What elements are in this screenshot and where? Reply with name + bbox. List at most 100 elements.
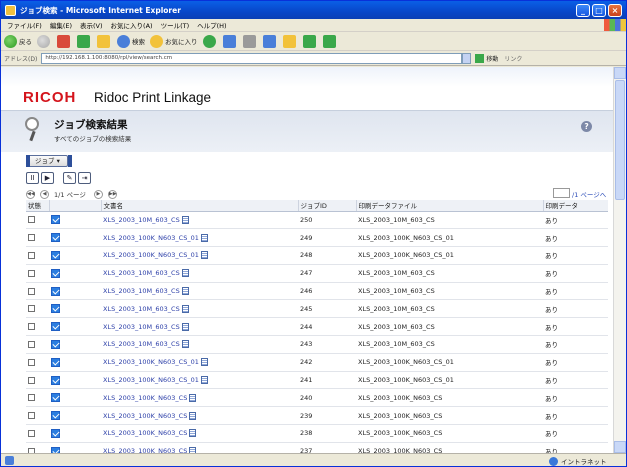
- col-print-data[interactable]: 印刷データ: [542, 200, 608, 212]
- col-status[interactable]: 状態: [26, 200, 49, 212]
- document-icon[interactable]: [189, 393, 197, 402]
- row-select-checkbox[interactable]: [51, 375, 60, 385]
- address-input[interactable]: http://192.168.1.100:8080/rpl/view/searc…: [41, 52, 463, 64]
- messenger-button[interactable]: [302, 34, 318, 48]
- scroll-up-button[interactable]: [614, 67, 626, 79]
- job-menu-button[interactable]: ジョブ ▾: [26, 155, 72, 167]
- vertical-scrollbar[interactable]: [613, 67, 626, 453]
- table-row[interactable]: XLS_2003_100K_N603_CS 240 XLS_2003_100K_N6…: [26, 388, 608, 408]
- row-select-checkbox[interactable]: [51, 357, 60, 367]
- doc-name-cell[interactable]: XLS_2003_10M_603_CS: [101, 335, 298, 354]
- row-select-checkbox[interactable]: [51, 233, 60, 243]
- doc-name[interactable]: XLS_2003_100K_N603_CS: [103, 394, 187, 402]
- doc-name[interactable]: XLS_2003_10M_603_CS: [103, 340, 180, 348]
- pause-button[interactable]: II: [26, 172, 39, 184]
- table-row[interactable]: XLS_2003_100K_N603_CS 237 XLS_2003_100K_N6…: [26, 442, 608, 453]
- page-jump-link[interactable]: /1 ページへ: [572, 189, 606, 199]
- doc-name-cell[interactable]: XLS_2003_100K_N603_CS_01: [101, 246, 298, 265]
- refresh-button[interactable]: [77, 34, 92, 48]
- next-page-button[interactable]: ▶: [93, 189, 103, 199]
- mail-button[interactable]: [222, 34, 238, 48]
- row-select-checkbox[interactable]: [51, 215, 60, 225]
- edit-button[interactable]: ✎: [63, 172, 76, 184]
- doc-name-cell[interactable]: XLS_2003_10M_603_CS: [101, 211, 298, 230]
- doc-name[interactable]: XLS_2003_100K_N603_CS: [103, 429, 187, 437]
- row-status-checkbox[interactable]: [28, 216, 35, 224]
- table-row[interactable]: XLS_2003_100K_N603_CS_01 249 XLS_2003_100K…: [26, 228, 608, 248]
- home-button[interactable]: [97, 34, 112, 48]
- doc-name[interactable]: XLS_2003_10M_603_CS: [103, 323, 180, 331]
- menu-edit[interactable]: 編集(E): [46, 20, 76, 30]
- doc-name-cell[interactable]: XLS_2003_10M_603_CS: [101, 317, 298, 337]
- doc-name-cell[interactable]: XLS_2003_10M_603_CS: [101, 299, 298, 319]
- row-select-checkbox[interactable]: [51, 393, 60, 403]
- minimize-button[interactable]: _: [576, 3, 590, 17]
- doc-name-cell[interactable]: XLS_2003_100K_N603_CS: [101, 424, 298, 443]
- col-doc-name[interactable]: 文書名: [100, 200, 298, 212]
- menu-tools[interactable]: ツール(T): [157, 20, 194, 30]
- favorites-button[interactable]: お気に入り: [150, 34, 198, 48]
- forward-button[interactable]: [37, 34, 52, 48]
- document-icon[interactable]: [181, 269, 189, 278]
- row-select-checkbox[interactable]: [51, 322, 60, 332]
- edit-page-button[interactable]: [262, 34, 278, 48]
- address-dropdown-button[interactable]: [462, 52, 472, 64]
- scroll-down-button[interactable]: [614, 441, 626, 453]
- links-label[interactable]: リンク: [504, 54, 522, 63]
- menu-favorites[interactable]: お気に入り(A): [107, 20, 157, 30]
- document-icon[interactable]: [200, 358, 208, 367]
- row-status-checkbox[interactable]: [28, 376, 35, 384]
- doc-name[interactable]: XLS_2003_10M_603_CS: [103, 287, 180, 295]
- document-icon[interactable]: [181, 287, 189, 296]
- row-status-checkbox[interactable]: [28, 269, 35, 277]
- back-button[interactable]: 戻る: [4, 34, 32, 48]
- table-row[interactable]: XLS_2003_100K_N603_CS_01 241 XLS_2003_100K…: [26, 371, 608, 390]
- menu-file[interactable]: ファイル(F): [3, 20, 46, 30]
- row-status-checkbox[interactable]: [28, 412, 35, 420]
- search-button[interactable]: 検索: [117, 34, 145, 48]
- history-button[interactable]: [202, 34, 218, 48]
- scroll-thumb[interactable]: [615, 80, 625, 200]
- doc-name-cell[interactable]: XLS_2003_100K_N603_CS_01: [101, 228, 298, 248]
- table-row[interactable]: XLS_2003_10M_603_CS 247 XLS_2003_10M_603_C…: [26, 264, 608, 283]
- doc-name[interactable]: XLS_2003_100K_N603_CS_01: [103, 376, 199, 384]
- document-icon[interactable]: [189, 429, 197, 438]
- doc-name-cell[interactable]: XLS_2003_10M_603_CS: [101, 282, 298, 301]
- row-select-checkbox[interactable]: [51, 304, 60, 314]
- table-row[interactable]: XLS_2003_10M_603_CS 250 XLS_2003_10M_603_C…: [26, 211, 608, 230]
- doc-name-cell[interactable]: XLS_2003_100K_N603_CS_01: [101, 353, 298, 372]
- row-select-checkbox[interactable]: [51, 428, 60, 438]
- row-status-checkbox[interactable]: [28, 323, 35, 331]
- help-icon[interactable]: ?: [581, 121, 592, 132]
- doc-name-cell[interactable]: XLS_2003_100K_N603_CS_01: [101, 371, 298, 390]
- folder-button[interactable]: [282, 34, 298, 48]
- prev-page-button[interactable]: ◀: [40, 189, 49, 199]
- doc-name[interactable]: XLS_2003_10M_603_CS: [103, 216, 180, 224]
- doc-name-cell[interactable]: XLS_2003_100K_N603_CS: [101, 388, 298, 408]
- document-icon[interactable]: [181, 340, 189, 349]
- row-status-checkbox[interactable]: [28, 429, 35, 437]
- col-print-file[interactable]: 印刷データファイル: [355, 200, 543, 212]
- menu-view[interactable]: 表示(V): [76, 20, 107, 30]
- doc-name[interactable]: XLS_2003_100K_N603_CS_01: [103, 358, 199, 366]
- doc-name[interactable]: XLS_2003_10M_603_CS: [103, 305, 180, 313]
- row-status-checkbox[interactable]: [28, 305, 35, 313]
- doc-name[interactable]: XLS_2003_100K_N603_CS_01: [103, 251, 199, 259]
- row-status-checkbox[interactable]: [28, 251, 35, 259]
- last-page-button[interactable]: ▶▶: [107, 189, 117, 199]
- table-row[interactable]: XLS_2003_100K_N603_CS_01 242 XLS_2003_100K…: [26, 353, 608, 372]
- first-page-button[interactable]: ◀◀: [26, 189, 35, 199]
- row-status-checkbox[interactable]: [28, 394, 35, 402]
- document-icon[interactable]: [200, 251, 208, 260]
- row-select-checkbox[interactable]: [51, 411, 60, 421]
- page-number-input[interactable]: [553, 188, 570, 198]
- table-row[interactable]: XLS_2003_10M_603_CS 245 XLS_2003_10M_603_C…: [26, 299, 608, 319]
- document-icon[interactable]: [181, 322, 189, 331]
- document-icon[interactable]: [181, 215, 189, 224]
- maximize-button[interactable]: □: [592, 3, 606, 17]
- table-row[interactable]: XLS_2003_100K_N603_CS_01 248 XLS_2003_100K…: [26, 246, 608, 265]
- doc-name[interactable]: XLS_2003_10M_603_CS: [103, 269, 180, 277]
- doc-name-cell[interactable]: XLS_2003_100K_N603_CS: [101, 442, 298, 453]
- close-button[interactable]: ×: [608, 3, 622, 17]
- row-status-checkbox[interactable]: [28, 358, 35, 366]
